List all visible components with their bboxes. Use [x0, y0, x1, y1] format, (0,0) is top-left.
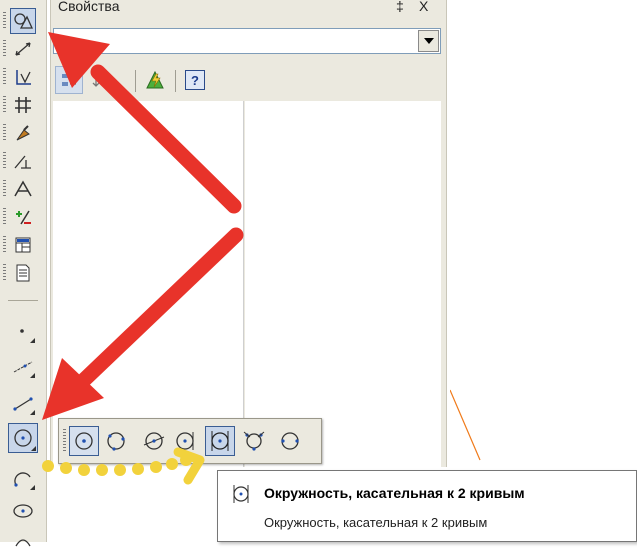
- panel-title: Свойства: [58, 0, 120, 14]
- properties-values[interactable]: [245, 101, 441, 467]
- pin-button[interactable]: ‡: [396, 0, 404, 13]
- combobox-dropdown-button[interactable]: [418, 30, 439, 52]
- toolbar-grip[interactable]: [3, 124, 6, 142]
- dimensions-button[interactable]: [10, 36, 36, 62]
- report-icon: [15, 237, 31, 253]
- geometry-icon: [14, 13, 33, 29]
- curve-icon: [15, 539, 31, 547]
- chevron-down-icon: [423, 38, 434, 44]
- flyout-indicator: [30, 410, 35, 415]
- arc-button[interactable]: [10, 465, 36, 491]
- circle-flyout-toolbar: [58, 418, 322, 464]
- circle-3-points-button[interactable]: [101, 426, 131, 456]
- toolbar-grip[interactable]: [63, 429, 66, 453]
- vertical-toolbar: [0, 0, 47, 547]
- tooltip: Окружность, касательная к 2 кривым Окруж…: [217, 470, 637, 542]
- insert-icon: [16, 264, 30, 282]
- parametrization-button[interactable]: [10, 120, 36, 146]
- spec-button[interactable]: [10, 204, 36, 230]
- circle-center-icon: [75, 432, 93, 450]
- flyout-indicator: [30, 338, 35, 343]
- circle-tangent-1-curve-icon: [176, 432, 194, 450]
- toolbar-grip[interactable]: [3, 208, 6, 226]
- toolbar-grip[interactable]: [3, 40, 6, 58]
- toolbar-grip[interactable]: [3, 264, 6, 282]
- ellipse-icon: [13, 504, 33, 518]
- toolbar-grip[interactable]: [3, 12, 6, 30]
- point-button[interactable]: [10, 318, 36, 344]
- panel-toolbar: ?: [53, 62, 441, 100]
- tree-icon: [62, 74, 76, 86]
- ellipse-button[interactable]: [10, 498, 36, 524]
- toolbar-grip[interactable]: [3, 180, 6, 198]
- help-button[interactable]: ?: [181, 66, 209, 94]
- flyout-indicator: [31, 446, 36, 451]
- close-button[interactable]: X: [419, 0, 428, 13]
- measure-button[interactable]: [10, 148, 36, 174]
- toolbar-grip[interactable]: [3, 236, 6, 254]
- circle-center-on-object-button[interactable]: [139, 426, 169, 456]
- measure-icon: [14, 155, 31, 169]
- toolbar-grip[interactable]: [3, 96, 6, 114]
- spec-icon: [16, 210, 31, 225]
- circle-tangent-3-curves-icon: [243, 431, 265, 451]
- toolbar-grip[interactable]: [3, 152, 6, 170]
- toolbar-separator: [135, 70, 136, 92]
- properties-tree[interactable]: [53, 101, 244, 467]
- toolbar-separator: [8, 300, 38, 301]
- tooltip-title: Окружность, касательная к 2 кривым: [264, 485, 525, 501]
- tooltip-description: Окружность, касательная к 2 кривым: [264, 515, 488, 530]
- circle-center-button[interactable]: [69, 426, 99, 456]
- circle-center-on-object-icon: [143, 432, 165, 450]
- circle-tangent-3-curves-button[interactable]: [239, 426, 269, 456]
- parametrization-icon: [16, 125, 30, 141]
- select-icon: [14, 180, 32, 197]
- circle-2-points-button[interactable]: [275, 426, 305, 456]
- circle-tangent-2-curves-icon: [211, 431, 229, 451]
- insert-button[interactable]: [10, 260, 36, 286]
- toolbar-grip[interactable]: [3, 68, 6, 86]
- edit-icon: [15, 97, 31, 113]
- toolbar-separator: [175, 70, 176, 92]
- properties-combobox[interactable]: [53, 28, 441, 54]
- properties-panel: Свойства ‡ X ?: [50, 0, 447, 467]
- circle-tangent-1-curve-button[interactable]: [171, 426, 201, 456]
- select-button[interactable]: [10, 176, 36, 202]
- designations-button[interactable]: [10, 64, 36, 90]
- help-icon: ?: [185, 70, 205, 90]
- edit-button[interactable]: [10, 92, 36, 118]
- report-button[interactable]: [10, 232, 36, 258]
- circle-3-points-icon: [107, 432, 125, 451]
- circle-tangent-2-curves-icon: [233, 485, 249, 503]
- regenerate-button[interactable]: [141, 66, 169, 94]
- sort-icon: [92, 73, 105, 87]
- dimensions-icon: [15, 42, 31, 56]
- circle-tangent-2-curves-button[interactable]: [205, 426, 235, 456]
- tree-view-button[interactable]: [55, 66, 83, 94]
- flyout-indicator: [30, 373, 35, 378]
- more-curves-button[interactable]: [10, 528, 36, 554]
- circle-2-points-icon: [281, 432, 299, 450]
- circle-button[interactable]: [8, 423, 38, 453]
- drawing-curve: [450, 389, 481, 461]
- flyout-indicator: [30, 485, 35, 490]
- segment-button[interactable]: [10, 390, 36, 416]
- sort-button[interactable]: [87, 66, 115, 94]
- geometry-button[interactable]: [10, 8, 36, 34]
- designations-icon: [16, 70, 31, 85]
- auxiliary-line-button[interactable]: [10, 353, 36, 379]
- regenerate-icon: [146, 70, 164, 89]
